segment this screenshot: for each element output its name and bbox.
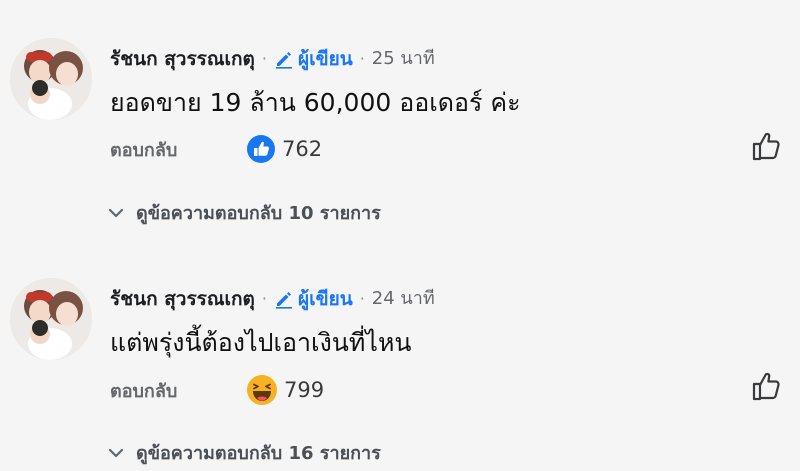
reply-button[interactable]: ตอบกลับ [110, 376, 246, 405]
separator-dot: · [359, 289, 365, 308]
view-replies-link[interactable]: ดูข้อความตอบกลับ 10 รายการ [108, 198, 381, 227]
separator-dot: · [261, 49, 267, 68]
author-badge-label: ผู้เขียน [297, 48, 353, 70]
author-name[interactable]: รัชนก สุวรรณเกตุ [110, 286, 255, 312]
thumbs-up-icon [752, 132, 780, 161]
pencil-icon [275, 52, 292, 69]
thumbs-up-icon [752, 372, 780, 401]
timestamp[interactable]: 25 นาที [372, 46, 435, 72]
author-name[interactable]: รัชนก สุวรรณเกตุ [110, 46, 255, 72]
author-badge: ผู้เขียน [274, 286, 353, 312]
avatar[interactable] [10, 38, 92, 120]
reaction-summary[interactable]: 762 [246, 134, 322, 164]
author-badge-label: ผู้เขียน [297, 288, 353, 310]
reply-button[interactable]: ตอบกลับ [110, 135, 246, 164]
haha-icon [247, 375, 277, 405]
reaction-summary[interactable]: 799 [246, 374, 324, 406]
comment-text: ยอดขาย 19 ล้าน 60,000 ออเดอร์ ค่ะ [110, 88, 521, 117]
like-icon [247, 135, 275, 163]
pencil-icon [275, 292, 292, 309]
reaction-count: 762 [282, 137, 323, 161]
comment-actions: ตอบกลับ 799 [110, 374, 324, 406]
reaction-count: 799 [284, 378, 325, 402]
avatar[interactable] [10, 278, 92, 360]
timestamp[interactable]: 24 นาที [372, 286, 435, 312]
view-replies-label: ดูข้อความตอบกลับ 10 รายการ [136, 203, 381, 224]
comment-actions: ตอบกลับ 762 [110, 134, 322, 164]
chevron-down-icon [108, 448, 124, 457]
chevron-down-icon [108, 208, 124, 217]
author-badge: ผู้เขียน [274, 46, 353, 72]
comment-header: รัชนก สุวรรณเกตุ · ผู้เขียน · 25 นาที [110, 46, 435, 72]
separator-dot: · [359, 49, 365, 68]
view-replies-link[interactable]: ดูข้อความตอบกลับ 16 รายการ [108, 438, 381, 467]
view-replies-label: ดูข้อความตอบกลับ 16 รายการ [136, 443, 381, 464]
like-button[interactable] [750, 370, 784, 408]
like-button[interactable] [750, 130, 784, 168]
comment-header: รัชนก สุวรรณเกตุ · ผู้เขียน · 24 นาที [110, 286, 435, 312]
comment-text: แต่พรุ่งนี้ต้องไปเอาเงินที่ไหน [110, 328, 412, 357]
separator-dot: · [261, 289, 267, 308]
